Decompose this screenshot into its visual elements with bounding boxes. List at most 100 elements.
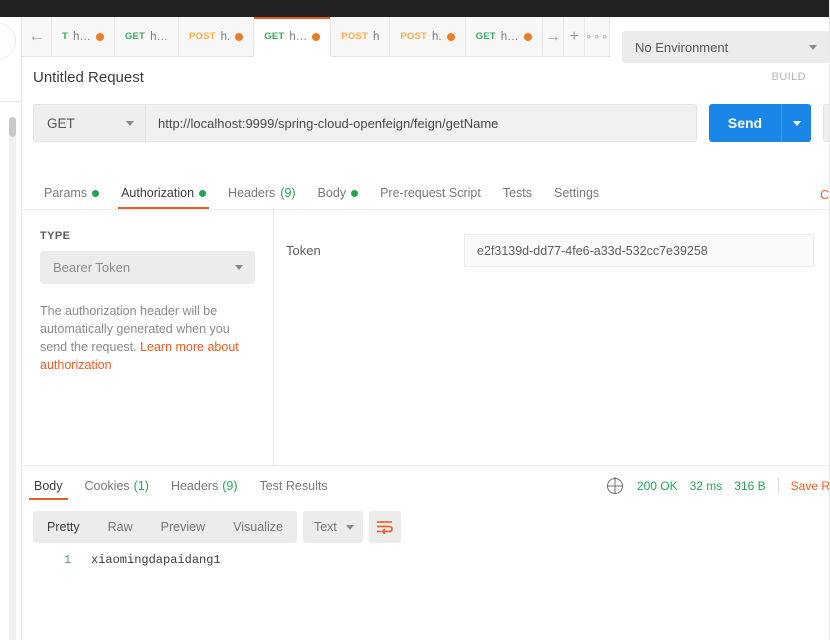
- tab-item-5[interactable]: POST h.: [390, 17, 466, 56]
- response-tab-headers[interactable]: Headers (9): [160, 466, 249, 506]
- response-tab-cookies-count: (1): [133, 478, 149, 493]
- response-size: 316 B: [734, 478, 766, 493]
- tab-label-0: h…: [73, 30, 91, 43]
- postman-window: ← T h… GET h… POST h. GET h… POST h POST…: [0, 0, 830, 640]
- tab-settings[interactable]: Settings: [543, 177, 610, 209]
- tab-method-1: GET: [124, 31, 146, 42]
- url-value: http://localhost:9999/spring-cloud-openf…: [158, 115, 499, 131]
- tab-params[interactable]: Params: [33, 177, 110, 209]
- tab-item-0[interactable]: T h…: [52, 17, 115, 56]
- ellipsis-icon: ∘∘∘: [585, 31, 609, 43]
- token-value: e2f3139d-dd77-4fe6-a33d-532cc7e39258: [477, 243, 708, 258]
- response-view-mode-group: Pretty Raw Preview Visualize: [33, 511, 297, 543]
- meta-divider: [777, 477, 779, 494]
- tab-params-label: Params: [44, 186, 88, 200]
- view-mode-visualize[interactable]: Visualize: [219, 511, 297, 543]
- tab-item-2[interactable]: POST h.: [178, 17, 255, 56]
- tab-item-4[interactable]: POST h: [331, 17, 391, 56]
- tab-method-5: POST: [400, 31, 428, 42]
- response-tab-test-results[interactable]: Test Results: [248, 466, 338, 506]
- tab-label-5: h.: [432, 30, 442, 43]
- tab-unsaved-dot-0: [95, 32, 104, 41]
- type-label: TYPE: [40, 230, 71, 242]
- url-input[interactable]: http://localhost:9999/spring-cloud-openf…: [146, 104, 697, 142]
- environment-selected-label: No Environment: [635, 39, 729, 55]
- line-content: xiaomingdapaidang1: [91, 553, 221, 567]
- tab-unsaved-dot-2: [235, 32, 244, 41]
- tab-method-4: POST: [341, 31, 368, 42]
- chevron-down-icon: [792, 120, 801, 126]
- view-mode-raw[interactable]: Raw: [94, 511, 147, 543]
- response-tab-cookies[interactable]: Cookies (1): [74, 466, 160, 506]
- send-button[interactable]: Send: [709, 104, 781, 142]
- tab-headers[interactable]: Headers (9): [217, 177, 307, 209]
- sidebar-strip: [0, 17, 22, 640]
- response-section-tabs: Body Cookies (1) Headers (9) Test Result…: [22, 465, 830, 505]
- word-wrap-button[interactable]: [368, 511, 401, 543]
- chevron-down-icon: [235, 265, 243, 270]
- token-input[interactable]: e2f3139d-dd77-4fe6-a33d-532cc7e39258: [464, 234, 814, 267]
- view-mode-preview-label: Preview: [160, 520, 206, 534]
- url-row: GET http://localhost:9999/spring-cloud-o…: [33, 104, 830, 142]
- tab-tests-label: Tests: [502, 186, 532, 200]
- view-mode-pretty-label: Pretty: [47, 520, 80, 534]
- window-title-bar: [0, 0, 830, 17]
- word-wrap-icon: [377, 521, 394, 534]
- token-label: Token: [286, 243, 321, 258]
- tab-item-3-active[interactable]: GET h…: [254, 17, 332, 57]
- auth-type-value: Bearer Token: [53, 260, 131, 275]
- tab-tests[interactable]: Tests: [492, 177, 543, 209]
- authorization-panel: TYPE Bearer Token The authorization head…: [22, 210, 830, 465]
- tab-scroll-left-icon[interactable]: ←: [22, 17, 52, 56]
- sidebar-scrollbar-thumb[interactable]: [9, 117, 16, 137]
- save-response-link[interactable]: Save R: [791, 479, 830, 493]
- modified-dot-icon: [92, 189, 100, 197]
- tab-item-1[interactable]: GET h…: [114, 17, 179, 56]
- tab-options-button[interactable]: ∘∘∘: [585, 17, 610, 56]
- build-link[interactable]: BUILD: [772, 71, 818, 83]
- tab-label-3: h…: [289, 30, 308, 43]
- send-options-button[interactable]: [781, 104, 811, 142]
- sidebar-scrollbar-track[interactable]: [9, 117, 16, 640]
- main-panel: ← T h… GET h… POST h. GET h… POST h POST…: [22, 17, 830, 640]
- new-tab-button[interactable]: +: [564, 17, 586, 56]
- globe-icon[interactable]: [606, 477, 623, 494]
- tab-headers-label: Headers: [228, 186, 276, 200]
- status-badge: 200 OK: [636, 478, 678, 493]
- response-tab-body-label: Body: [34, 478, 63, 493]
- authorization-fields-column: Token e2f3139d-dd77-4fe6-a33d-532cc7e392…: [274, 210, 830, 465]
- tab-body-label: Body: [317, 186, 347, 200]
- page-title: Untitled Request: [33, 68, 144, 86]
- view-mode-pretty[interactable]: Pretty: [33, 511, 94, 543]
- tab-method-3: GET: [264, 31, 285, 42]
- chevron-down-icon: [809, 44, 817, 50]
- request-header: Untitled Request BUILD: [22, 57, 830, 97]
- response-body-toolbar: Pretty Raw Preview Visualize Text: [33, 511, 401, 543]
- tab-label-2: h.: [220, 30, 231, 43]
- chevron-down-icon: [126, 120, 134, 126]
- sidebar-avatar-circle: [0, 22, 16, 60]
- authorization-type-column: TYPE Bearer Token The authorization head…: [22, 210, 274, 465]
- line-number: 1: [64, 554, 71, 567]
- authorization-description: The authorization header will be automat…: [40, 302, 247, 374]
- tab-pre-request-script[interactable]: Pre-request Script: [369, 177, 492, 209]
- code-line: 1 xiaomingdapaidang1: [22, 553, 830, 571]
- view-mode-preview[interactable]: Preview: [147, 511, 219, 543]
- response-tab-cookies-label: Cookies: [84, 478, 130, 493]
- tab-method-6: GET: [475, 31, 496, 42]
- tab-unsaved-dot-6: [523, 32, 532, 41]
- tab-scroll-right-icon[interactable]: →: [542, 17, 564, 56]
- view-mode-raw-label: Raw: [107, 520, 133, 534]
- response-time: 32 ms: [689, 478, 723, 493]
- tab-authorization[interactable]: Authorization: [110, 177, 217, 209]
- tab-item-6[interactable]: GET h…: [465, 17, 543, 56]
- response-body-viewer[interactable]: 1 xiaomingdapaidang1: [22, 549, 830, 640]
- sidebar-divider: [0, 101, 21, 102]
- chevron-down-icon: [345, 524, 354, 530]
- response-tab-body[interactable]: Body: [23, 466, 74, 506]
- response-tab-headers-count: (9): [222, 478, 238, 493]
- auth-type-select[interactable]: Bearer Token: [40, 251, 255, 284]
- method-select[interactable]: GET: [33, 104, 146, 142]
- tab-body[interactable]: Body: [307, 177, 370, 209]
- response-format-select[interactable]: Text: [302, 511, 363, 543]
